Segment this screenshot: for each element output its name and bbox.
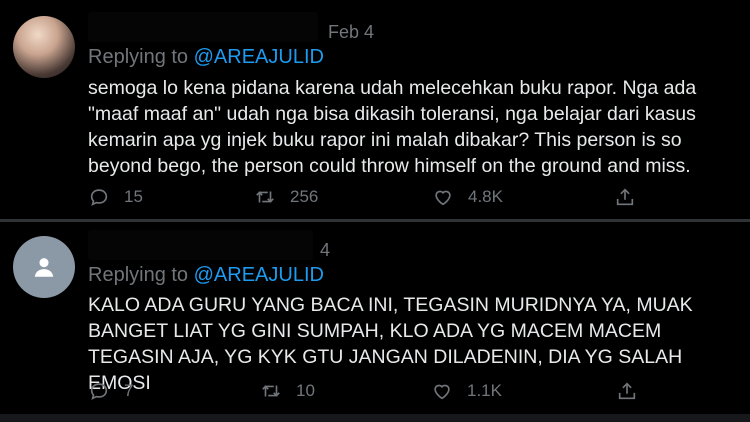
user-avatar[interactable] [13, 16, 75, 78]
share-button[interactable] [616, 378, 638, 404]
reply-icon [90, 383, 108, 400]
retweet-count: 10 [296, 381, 315, 400]
tweet-actions: 7 10 1.1K [88, 378, 648, 404]
replying-to-label: Replying to [88, 46, 194, 68]
tweet-date[interactable]: Feb 4 [328, 22, 374, 43]
replying-to-handle[interactable]: @AREAJULID [194, 264, 324, 286]
like-count: 1.1K [467, 381, 502, 400]
retweet-icon [256, 191, 274, 203]
reply-count: 7 [124, 381, 134, 400]
retweet-button[interactable]: 256 [254, 184, 318, 210]
bottom-divider [0, 414, 750, 422]
redacted-user-name [88, 230, 313, 260]
tweet-date[interactable]: 4 [320, 240, 330, 261]
share-icon [616, 188, 634, 206]
retweet-count: 256 [290, 187, 319, 206]
retweet-button[interactable]: 10 [260, 378, 315, 404]
like-count: 4.8K [468, 187, 503, 206]
share-icon [618, 382, 636, 400]
heart-icon [434, 384, 450, 400]
user-avatar[interactable] [13, 236, 75, 298]
tweet-2[interactable]: 4 Replying to @AREAJULID KALO ADA GURU Y… [0, 222, 750, 414]
reply-button[interactable]: 15 [88, 184, 143, 210]
reply-icon [90, 189, 108, 206]
redacted-user-name [88, 12, 318, 42]
share-button[interactable] [614, 184, 636, 210]
reply-count: 15 [124, 187, 143, 206]
reply-button[interactable]: 7 [88, 378, 133, 404]
replying-to: Replying to @AREAJULID [88, 46, 324, 69]
tweet-text: semoga lo kena pidana karena udah melece… [88, 77, 697, 177]
replying-to-label: Replying to [88, 264, 194, 286]
retweet-icon [262, 385, 280, 397]
tweet-actions: 15 256 4.8K [88, 184, 648, 210]
like-button[interactable]: 4.8K [432, 184, 503, 210]
person-icon [34, 258, 54, 277]
like-button[interactable]: 1.1K [431, 378, 502, 404]
tweet-1[interactable]: Feb 4 Replying to @AREAJULID semoga lo k… [0, 0, 750, 219]
heart-icon [435, 190, 451, 206]
replying-to: Replying to @AREAJULID [88, 264, 324, 287]
replying-to-handle[interactable]: @AREAJULID [194, 46, 324, 68]
